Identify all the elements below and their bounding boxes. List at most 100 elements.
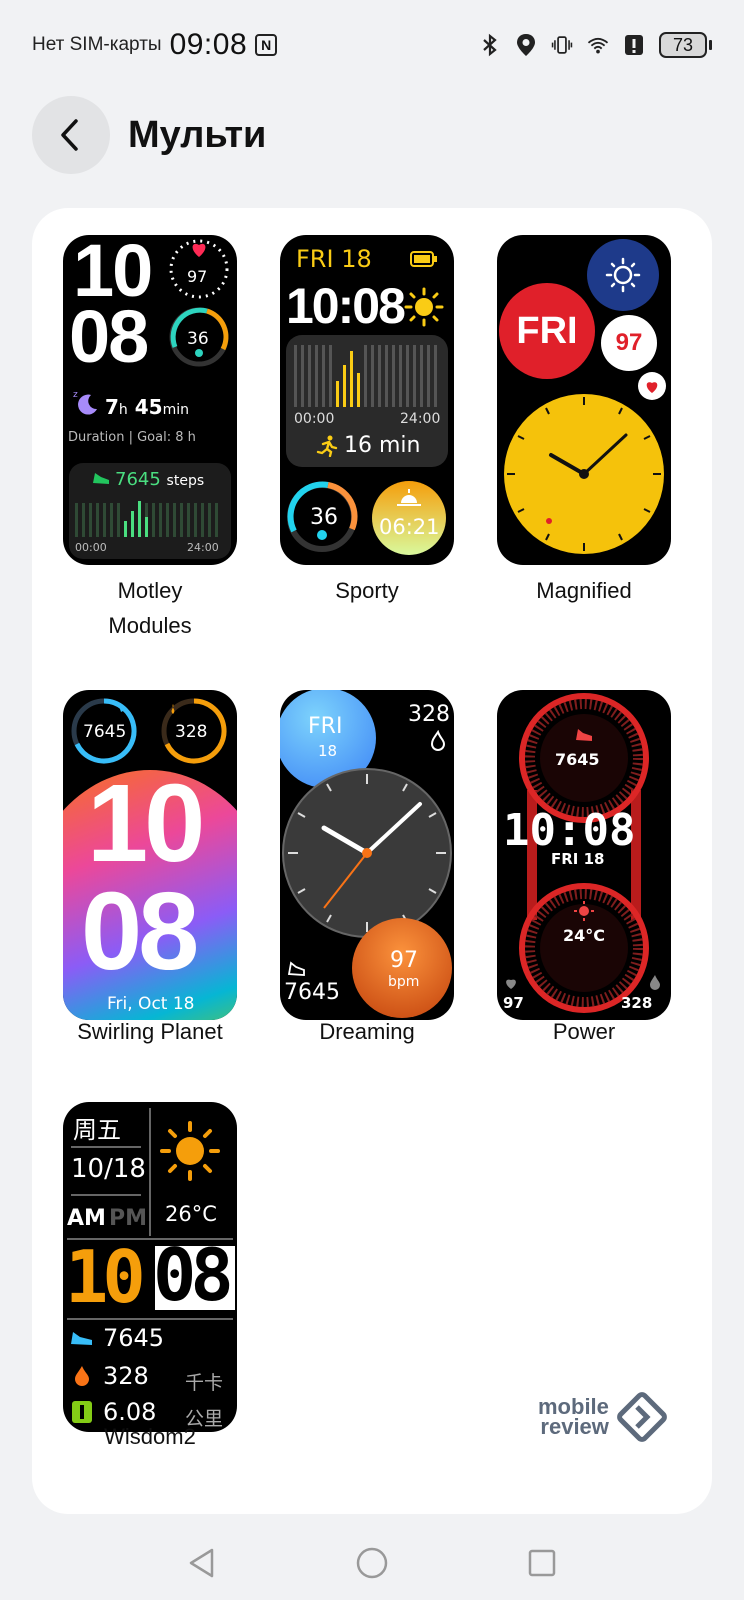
alert-icon xyxy=(623,33,645,57)
sleep-minutes: 45 xyxy=(134,395,163,419)
steps-time-end: 24:00 xyxy=(187,541,219,554)
face-minute: 08 xyxy=(69,295,149,378)
nav-back-button[interactable] xyxy=(172,1533,232,1593)
wisdom-date: 10/18 xyxy=(71,1154,146,1184)
battery-level: 73 xyxy=(659,32,707,58)
face-label-swirling-planet: Swirling Planet xyxy=(77,1019,223,1044)
watch-face-dreaming[interactable]: FRI 18 328 97 bpm 7645 xyxy=(280,690,454,1020)
sleep-duration: 7h 45min xyxy=(105,395,189,419)
power-steps: 7645 xyxy=(555,750,600,769)
svg-text:z: z xyxy=(73,390,78,400)
wisdom-pm: PM xyxy=(109,1206,148,1231)
nav-home-icon xyxy=(356,1547,388,1578)
status-clock: 09:08 xyxy=(169,28,248,61)
sporty-stress-value: 36 xyxy=(310,505,338,530)
wisdom-hour: 10 xyxy=(65,1235,146,1319)
shoe-icon xyxy=(71,1332,92,1345)
power-calories: 328 xyxy=(621,994,653,1012)
chevron-left-icon xyxy=(61,119,78,151)
steps-unit: steps xyxy=(166,473,205,489)
shoe-icon xyxy=(93,473,109,484)
power-time: 10:08 xyxy=(503,805,636,856)
planet-steps: 7645 xyxy=(83,722,127,742)
watch-face-wisdom2[interactable]: 周五 10/18 AM PM 26°C 10 08 7645 328 千卡 6.… xyxy=(63,1102,237,1432)
system-nav-bar xyxy=(0,1525,744,1600)
planet-calories: 328 xyxy=(175,722,208,742)
activity-time-end: 24:00 xyxy=(400,411,441,427)
face-label-dreaming: Dreaming xyxy=(319,1019,415,1044)
day-badge: FRI xyxy=(499,283,595,379)
activity-time-start: 00:00 xyxy=(294,411,335,427)
activity-minutes: 16 min xyxy=(344,433,421,458)
watch-face-magnified[interactable]: FRI 97 xyxy=(497,235,671,565)
sleep-icon: z xyxy=(73,390,97,415)
status-bar: Нет SIM-карты 09:08 N 73 xyxy=(0,0,744,90)
watch-face-swirling-planet[interactable]: 7645 328 10 08 Fri, Oct 18 xyxy=(63,690,237,1020)
wisdom-steps: 7645 xyxy=(103,1324,165,1352)
flame-icon xyxy=(650,975,660,990)
watermark-line2: review xyxy=(540,1414,609,1439)
planet-minute: 08 xyxy=(81,870,199,993)
steps-value: 7645 xyxy=(115,469,161,490)
dreaming-date: 18 xyxy=(318,742,338,760)
wisdom-weekday: 周五 xyxy=(73,1116,121,1144)
page-title: Мульти xyxy=(128,113,267,156)
shoe-icon xyxy=(287,961,305,976)
location-icon xyxy=(515,33,537,57)
battery-icon xyxy=(410,251,437,267)
vibrate-icon xyxy=(551,33,573,57)
watch-face-motley-modules[interactable]: 10 08 97 36 z 7h 45min Duration | Goal: … xyxy=(63,235,237,565)
dreaming-steps: 7645 xyxy=(284,980,340,1005)
watch-face-sporty[interactable]: FRI 18 10:08 00:00 24:00 16 min 36 06:21 xyxy=(280,235,454,565)
power-date: FRI 18 xyxy=(551,850,605,868)
sporty-time: 10:08 xyxy=(286,278,406,334)
face-label-wisdom2: Wisdom2 xyxy=(104,1424,196,1449)
face-label-motley-modules: Motley Modules xyxy=(108,578,192,638)
sleep-minutes-unit: min xyxy=(162,402,190,418)
running-icon xyxy=(316,435,338,457)
wisdom-minute-box: 08 xyxy=(153,1238,235,1312)
sleep-goal: Duration | Goal: 8 h xyxy=(68,430,196,445)
power-heart-rate: 97 xyxy=(503,994,524,1012)
page-header: Мульти xyxy=(32,95,266,175)
nav-back-icon xyxy=(189,1548,214,1577)
face-label-magnified: Magnified xyxy=(536,578,632,603)
wifi-icon xyxy=(587,33,609,57)
wisdom-calories: 328 xyxy=(103,1362,149,1390)
back-button[interactable] xyxy=(32,96,110,174)
dreaming-heart-unit: bpm xyxy=(388,974,420,990)
steps-panel: 7645 steps 00:00 24:00 xyxy=(69,463,231,559)
mobile-review-watermark: mobile review xyxy=(538,1390,669,1444)
wisdom-calories-unit: 千卡 xyxy=(185,1372,224,1394)
nav-home-button[interactable] xyxy=(342,1533,402,1593)
wisdom-am: AM xyxy=(67,1206,106,1231)
analog-clock xyxy=(504,394,664,554)
carrier-label: Нет SIM-карты xyxy=(32,34,162,55)
nav-recents-button[interactable] xyxy=(512,1533,572,1593)
wisdom-temperature: 26°C xyxy=(165,1202,217,1226)
magnified-day: FRI xyxy=(516,309,578,352)
wisdom-divider xyxy=(67,1318,233,1320)
flame-icon xyxy=(75,1366,89,1386)
watch-face-grid: 10 08 97 36 z 7h 45min Duration | Goal: … xyxy=(32,208,712,1514)
bluetooth-icon xyxy=(479,33,501,57)
watch-face-power[interactable]: 7645 10:08 FRI 18 24°C 97 328 xyxy=(497,690,671,1020)
mobile-review-logo-icon xyxy=(617,1392,667,1442)
face-label-sporty: Sporty xyxy=(335,578,399,603)
shoe-icon xyxy=(576,729,592,741)
magnified-heart-rate: 97 xyxy=(615,329,643,356)
wisdom-divider xyxy=(71,1146,141,1148)
stress-value: 36 xyxy=(187,329,209,349)
activity-panel: 00:00 24:00 16 min xyxy=(286,335,448,467)
planet-date: Fri, Oct 18 xyxy=(107,994,195,1014)
sunrise-time: 06:21 xyxy=(379,515,440,539)
wisdom-divider xyxy=(71,1194,141,1196)
planet-hour: 10 xyxy=(87,762,205,885)
flame-icon xyxy=(430,730,446,751)
face-label-power: Power xyxy=(552,1019,616,1044)
sporty-date: FRI 18 xyxy=(296,245,372,273)
activity-bar-chart xyxy=(294,345,437,407)
sun-icon xyxy=(605,257,641,293)
steps-bar-chart xyxy=(75,501,218,537)
power-temperature: 24°C xyxy=(563,926,606,945)
